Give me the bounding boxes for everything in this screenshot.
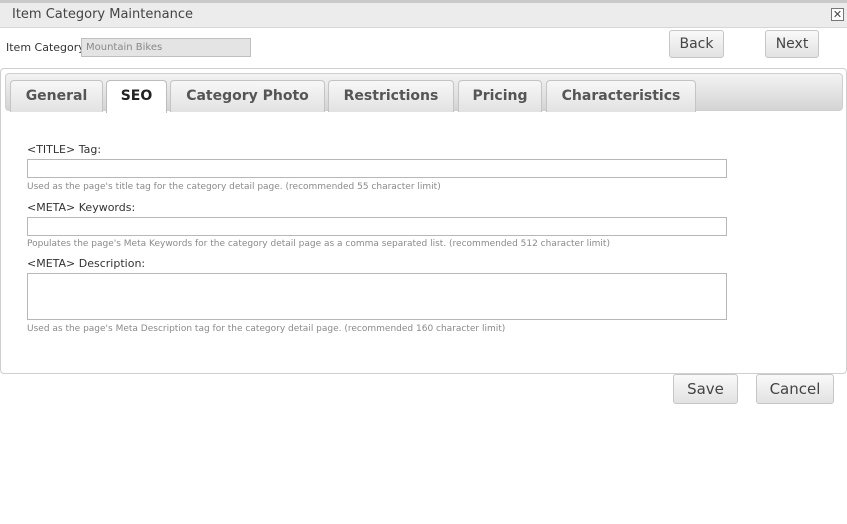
meta-keywords-label: <META> Keywords: <box>27 201 136 214</box>
tab-characteristics[interactable]: Characteristics <box>546 80 696 112</box>
cancel-button[interactable]: Cancel <box>756 374 834 404</box>
save-button[interactable]: Save <box>673 374 738 404</box>
title-tag-help: Used as the page's title tag for the cat… <box>27 182 441 192</box>
meta-keywords-input[interactable] <box>27 217 727 236</box>
item-category-field[interactable] <box>81 38 251 57</box>
tab-general[interactable]: General <box>10 80 103 112</box>
item-category-label: Item Category: <box>6 41 88 54</box>
window-titlebar: Item Category Maintenance ✕ <box>0 3 847 28</box>
next-button[interactable]: Next <box>765 30 819 58</box>
meta-keywords-help: Populates the page's Meta Keywords for t… <box>27 239 610 249</box>
tab-category-photo[interactable]: Category Photo <box>170 80 325 112</box>
window-title: Item Category Maintenance <box>12 7 193 22</box>
meta-description-help: Used as the page's Meta Description tag … <box>27 324 506 334</box>
tab-restrictions[interactable]: Restrictions <box>328 80 454 112</box>
tab-seo[interactable]: SEO <box>106 80 167 113</box>
title-tag-label: <TITLE> Tag: <box>27 143 102 156</box>
tab-bar: General SEO Category Photo Restrictions … <box>5 73 843 113</box>
close-icon[interactable]: ✕ <box>831 8 844 21</box>
back-button[interactable]: Back <box>669 30 724 58</box>
title-tag-input[interactable] <box>27 159 727 178</box>
tab-pricing[interactable]: Pricing <box>458 80 542 112</box>
meta-description-label: <META> Description: <box>27 257 146 270</box>
meta-description-input[interactable] <box>27 273 727 320</box>
